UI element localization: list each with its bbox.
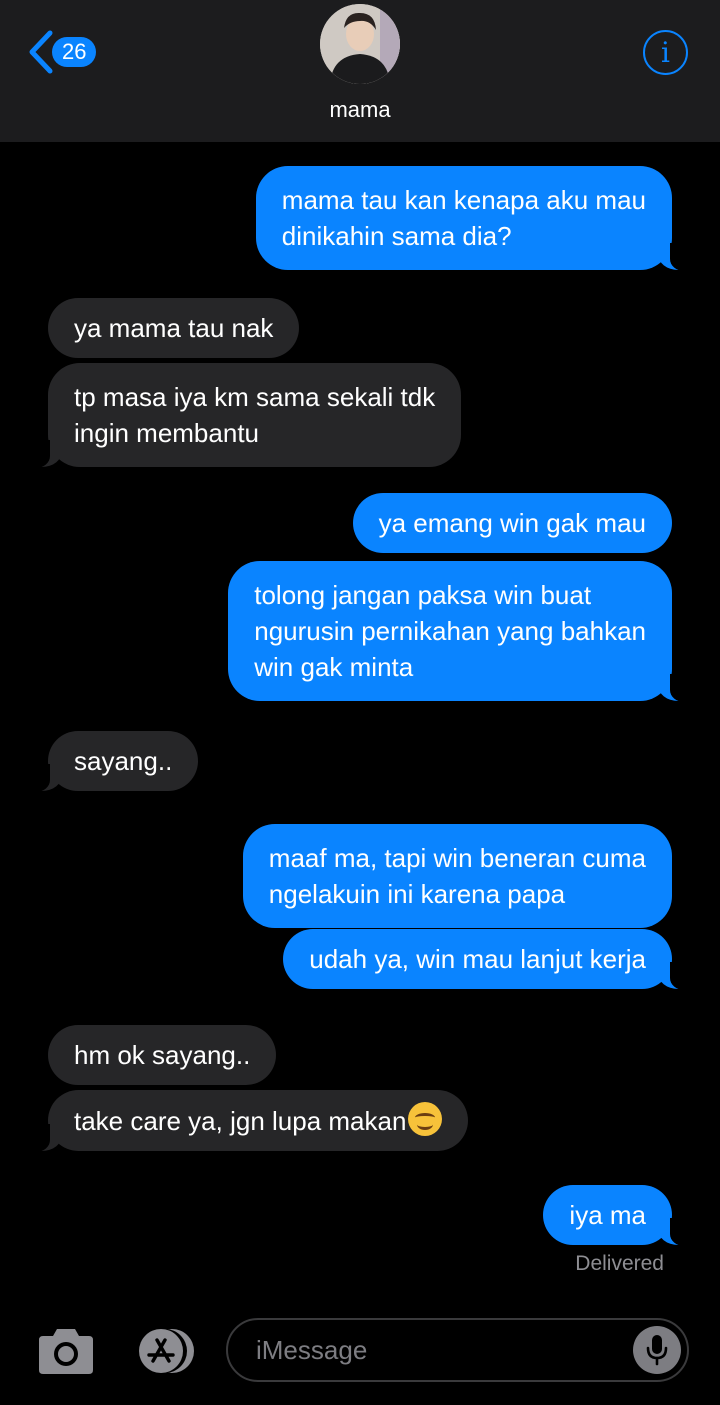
- message-text: win gak minta: [254, 652, 414, 682]
- message-bubble-received[interactable]: hm ok sayang..: [48, 1025, 277, 1085]
- message-text: ngelakuin ini karena papa: [268, 879, 566, 909]
- message-bubble-received[interactable]: ya mama tau nak: [48, 298, 300, 358]
- smiling-face-emoji-icon: [408, 1102, 443, 1136]
- message-text: tp masa iya km sama sekali tdk: [74, 382, 436, 412]
- message-bubble-sent[interactable]: udah ya, win mau lanjut kerja: [283, 929, 692, 990]
- app-store-button[interactable]: [131, 1328, 197, 1374]
- message-text-content: take care ya, jgn lupa makan: [74, 1106, 407, 1136]
- message-bubble-sent[interactable]: tolong jangan paksa win buat ngurusin pe…: [228, 561, 692, 702]
- message-text: ngurusin pernikahan yang bahkan: [254, 616, 646, 646]
- conversation-header: 26 mama i: [0, 0, 720, 142]
- message-bubble-sent[interactable]: maaf ma, tapi win beneran cuma ngelakuin…: [242, 824, 672, 928]
- message-bubble-sent[interactable]: ya emang win gak mau: [352, 493, 672, 553]
- microphone-button[interactable]: [633, 1326, 681, 1374]
- message-text: maaf ma, tapi win beneran cuma: [268, 843, 646, 873]
- contact-avatar[interactable]: [320, 4, 400, 84]
- message-text: ya emang win gak mau: [378, 508, 646, 538]
- contact-name[interactable]: mama: [0, 97, 720, 123]
- message-text: udah ya, win mau lanjut kerja: [309, 944, 646, 974]
- info-icon: i: [661, 36, 670, 69]
- camera-icon: [39, 1329, 93, 1374]
- app-store-icon: [139, 1329, 194, 1373]
- message-text: ingin membantu: [74, 418, 259, 448]
- avatar-photo: [320, 4, 400, 84]
- message-text: take care ya, jgn lupa makan: [74, 1102, 443, 1139]
- message-text: ya mama tau nak: [74, 313, 274, 343]
- info-button[interactable]: i: [643, 30, 688, 75]
- message-bubble-received[interactable]: tp masa iya km sama sekali tdk ingin mem…: [27, 363, 462, 468]
- message-text: hm ok sayang..: [74, 1040, 251, 1070]
- delivery-status: Delivered: [575, 1252, 664, 1275]
- message-text: sayang..: [74, 746, 173, 776]
- message-bubble-sent[interactable]: iya ma: [543, 1185, 692, 1246]
- message-text: iya ma: [569, 1200, 646, 1230]
- message-bubble-received[interactable]: sayang..: [27, 731, 199, 792]
- message-input[interactable]: iMessage: [226, 1318, 689, 1382]
- camera-button[interactable]: [37, 1326, 95, 1376]
- microphone-icon: [646, 1335, 668, 1366]
- message-bubble-received[interactable]: take care ya, jgn lupa makan: [27, 1090, 469, 1152]
- back-button[interactable]: 26: [26, 28, 116, 76]
- message-input-placeholder: iMessage: [256, 1334, 368, 1365]
- unread-count-badge: 26: [52, 37, 97, 67]
- message-bubble-sent[interactable]: mama tau kan kenapa aku mau dinikahin sa…: [255, 166, 693, 271]
- message-text: dinikahin sama dia?: [281, 221, 512, 251]
- message-text: mama tau kan kenapa aku mau: [281, 185, 646, 215]
- message-text: tolong jangan paksa win buat: [254, 580, 592, 610]
